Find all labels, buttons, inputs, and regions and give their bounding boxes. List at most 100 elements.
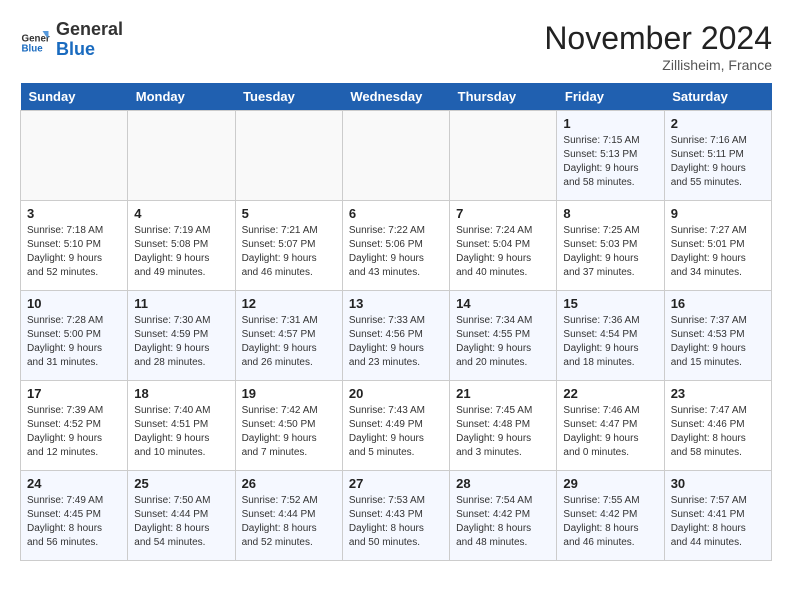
day-info: Sunrise: 7:45 AMSunset: 4:48 PMDaylight:… — [456, 404, 550, 460]
calendar-week-3: 10Sunrise: 7:28 AMSunset: 5:00 PMDayligh… — [21, 291, 772, 381]
calendar-cell: 29Sunrise: 7:55 AMSunset: 4:42 PMDayligh… — [557, 471, 664, 561]
day-info: Sunrise: 7:46 AMSunset: 4:47 PMDaylight:… — [563, 404, 657, 460]
weekday-header-friday: Friday — [557, 83, 664, 111]
day-number: 26 — [242, 476, 336, 491]
day-info: Sunrise: 7:25 AMSunset: 5:03 PMDaylight:… — [563, 224, 657, 280]
day-number: 25 — [134, 476, 228, 491]
calendar-week-4: 17 Sunrise: 7:39 AMSunset: 4:52 PMDayligh… — [21, 381, 772, 471]
day-number: 2 — [671, 116, 765, 131]
day-info: Sunrise: 7:40 AMSunset: 4:51 PMDaylight:… — [134, 404, 228, 460]
calendar-cell — [342, 111, 449, 201]
calendar-cell: 20 Sunrise: 7:43 AMSunset: 4:49 PMDayligh… — [342, 381, 449, 471]
calendar-cell: 9 Sunrise: 7:27 AMSunset: 5:01 PMDaylight… — [664, 201, 771, 291]
day-info: Sunrise: 7:31 AMSunset: 4:57 PMDaylight:… — [242, 314, 336, 370]
weekday-header-row: SundayMondayTuesdayWednesdayThursdayFrid… — [21, 83, 772, 111]
day-number: 23 — [671, 386, 765, 401]
day-number: 17 — [27, 386, 121, 401]
calendar-cell: 27 Sunrise: 7:53 AMSunset: 4:43 PMDayligh… — [342, 471, 449, 561]
day-number: 27 — [349, 476, 443, 491]
day-info: Sunrise: 7:21 AMSunset: 5:07 PMDaylight:… — [242, 224, 336, 280]
day-info: Sunrise: 7:43 AMSunset: 4:49 PMDaylight:… — [349, 404, 443, 460]
day-number: 15 — [563, 296, 657, 311]
day-number: 1 — [563, 116, 657, 131]
day-number: 19 — [242, 386, 336, 401]
day-number: 10 — [27, 296, 121, 311]
day-info: Sunrise: 7:34 AMSunset: 4:55 PMDaylight:… — [456, 314, 550, 370]
day-info: Sunrise: 7:53 AMSunset: 4:43 PMDaylight:… — [349, 494, 443, 550]
day-info: Sunrise: 7:19 AMSunset: 5:08 PMDaylight:… — [134, 224, 228, 280]
calendar-cell: 10Sunrise: 7:28 AMSunset: 5:00 PMDayligh… — [21, 291, 128, 381]
day-info: Sunrise: 7:49 AMSunset: 4:45 PMDaylight:… — [27, 494, 121, 550]
calendar-cell: 19Sunrise: 7:42 AMSunset: 4:50 PMDayligh… — [235, 381, 342, 471]
calendar-cell: 21 Sunrise: 7:45 AMSunset: 4:48 PMDayligh… — [450, 381, 557, 471]
calendar-cell: 30 Sunrise: 7:57 AMSunset: 4:41 PMDayligh… — [664, 471, 771, 561]
calendar-cell — [128, 111, 235, 201]
calendar-cell: 11Sunrise: 7:30 AMSunset: 4:59 PMDayligh… — [128, 291, 235, 381]
calendar-cell: 14 Sunrise: 7:34 AMSunset: 4:55 PMDayligh… — [450, 291, 557, 381]
day-number: 13 — [349, 296, 443, 311]
weekday-header-saturday: Saturday — [664, 83, 771, 111]
logo-general: General — [56, 19, 123, 39]
day-info: Sunrise: 7:54 AMSunset: 4:42 PMDaylight:… — [456, 494, 550, 550]
day-number: 9 — [671, 206, 765, 221]
weekday-header-monday: Monday — [128, 83, 235, 111]
page-header: General Blue General Blue November 2024 … — [20, 20, 772, 73]
weekday-header-wednesday: Wednesday — [342, 83, 449, 111]
day-info: Sunrise: 7:52 AMSunset: 4:44 PMDaylight:… — [242, 494, 336, 550]
calendar-cell — [21, 111, 128, 201]
day-info: Sunrise: 7:39 AMSunset: 4:52 PMDaylight:… — [27, 404, 121, 460]
calendar-cell: 25 Sunrise: 7:50 AMSunset: 4:44 PMDayligh… — [128, 471, 235, 561]
day-number: 20 — [349, 386, 443, 401]
day-number: 8 — [563, 206, 657, 221]
day-number: 7 — [456, 206, 550, 221]
day-number: 5 — [242, 206, 336, 221]
location-title: Zillisheim, France — [544, 57, 772, 73]
day-number: 21 — [456, 386, 550, 401]
calendar-cell: 17 Sunrise: 7:39 AMSunset: 4:52 PMDayligh… — [21, 381, 128, 471]
calendar-cell: 28 Sunrise: 7:54 AMSunset: 4:42 PMDayligh… — [450, 471, 557, 561]
day-number: 29 — [563, 476, 657, 491]
svg-text:Blue: Blue — [22, 43, 44, 54]
day-number: 30 — [671, 476, 765, 491]
day-number: 18 — [134, 386, 228, 401]
day-number: 3 — [27, 206, 121, 221]
day-info: Sunrise: 7:18 AMSunset: 5:10 PMDaylight:… — [27, 224, 121, 280]
calendar-cell: 2 Sunrise: 7:16 AMSunset: 5:11 PMDaylight… — [664, 111, 771, 201]
calendar-cell: 18 Sunrise: 7:40 AMSunset: 4:51 PMDayligh… — [128, 381, 235, 471]
day-info: Sunrise: 7:33 AMSunset: 4:56 PMDaylight:… — [349, 314, 443, 370]
day-number: 14 — [456, 296, 550, 311]
calendar-cell: 15 Sunrise: 7:36 AMSunset: 4:54 PMDayligh… — [557, 291, 664, 381]
calendar-week-5: 24 Sunrise: 7:49 AMSunset: 4:45 PMDayligh… — [21, 471, 772, 561]
calendar-cell: 4Sunrise: 7:19 AMSunset: 5:08 PMDaylight… — [128, 201, 235, 291]
calendar-cell: 8 Sunrise: 7:25 AMSunset: 5:03 PMDaylight… — [557, 201, 664, 291]
calendar-cell: 24 Sunrise: 7:49 AMSunset: 4:45 PMDayligh… — [21, 471, 128, 561]
calendar-cell: 16 Sunrise: 7:37 AMSunset: 4:53 PMDayligh… — [664, 291, 771, 381]
day-info: Sunrise: 7:57 AMSunset: 4:41 PMDaylight:… — [671, 494, 765, 550]
day-info: Sunrise: 7:24 AMSunset: 5:04 PMDaylight:… — [456, 224, 550, 280]
day-info: Sunrise: 7:16 AMSunset: 5:11 PMDaylight:… — [671, 134, 765, 190]
day-info: Sunrise: 7:36 AMSunset: 4:54 PMDaylight:… — [563, 314, 657, 370]
calendar-cell: 6Sunrise: 7:22 AMSunset: 5:06 PMDaylight… — [342, 201, 449, 291]
day-info: Sunrise: 7:47 AMSunset: 4:46 PMDaylight:… — [671, 404, 765, 460]
day-number: 16 — [671, 296, 765, 311]
weekday-header-sunday: Sunday — [21, 83, 128, 111]
day-info: Sunrise: 7:15 AMSunset: 5:13 PMDaylight:… — [563, 134, 657, 190]
month-title: November 2024 — [544, 20, 772, 57]
day-number: 6 — [349, 206, 443, 221]
day-info: Sunrise: 7:37 AMSunset: 4:53 PMDaylight:… — [671, 314, 765, 370]
calendar-week-1: 1 Sunrise: 7:15 AMSunset: 5:13 PMDaylight… — [21, 111, 772, 201]
calendar-cell: 1 Sunrise: 7:15 AMSunset: 5:13 PMDaylight… — [557, 111, 664, 201]
logo-blue: Blue — [56, 39, 95, 59]
calendar-cell: 3 Sunrise: 7:18 AMSunset: 5:10 PMDaylight… — [21, 201, 128, 291]
calendar-cell: 5 Sunrise: 7:21 AMSunset: 5:07 PMDaylight… — [235, 201, 342, 291]
day-number: 24 — [27, 476, 121, 491]
logo-text: General Blue — [56, 20, 123, 60]
weekday-header-tuesday: Tuesday — [235, 83, 342, 111]
calendar-week-2: 3 Sunrise: 7:18 AMSunset: 5:10 PMDaylight… — [21, 201, 772, 291]
day-info: Sunrise: 7:27 AMSunset: 5:01 PMDaylight:… — [671, 224, 765, 280]
calendar-cell: 23 Sunrise: 7:47 AMSunset: 4:46 PMDayligh… — [664, 381, 771, 471]
calendar-cell: 13 Sunrise: 7:33 AMSunset: 4:56 PMDayligh… — [342, 291, 449, 381]
calendar-cell: 7 Sunrise: 7:24 AMSunset: 5:04 PMDaylight… — [450, 201, 557, 291]
day-info: Sunrise: 7:50 AMSunset: 4:44 PMDaylight:… — [134, 494, 228, 550]
day-number: 28 — [456, 476, 550, 491]
